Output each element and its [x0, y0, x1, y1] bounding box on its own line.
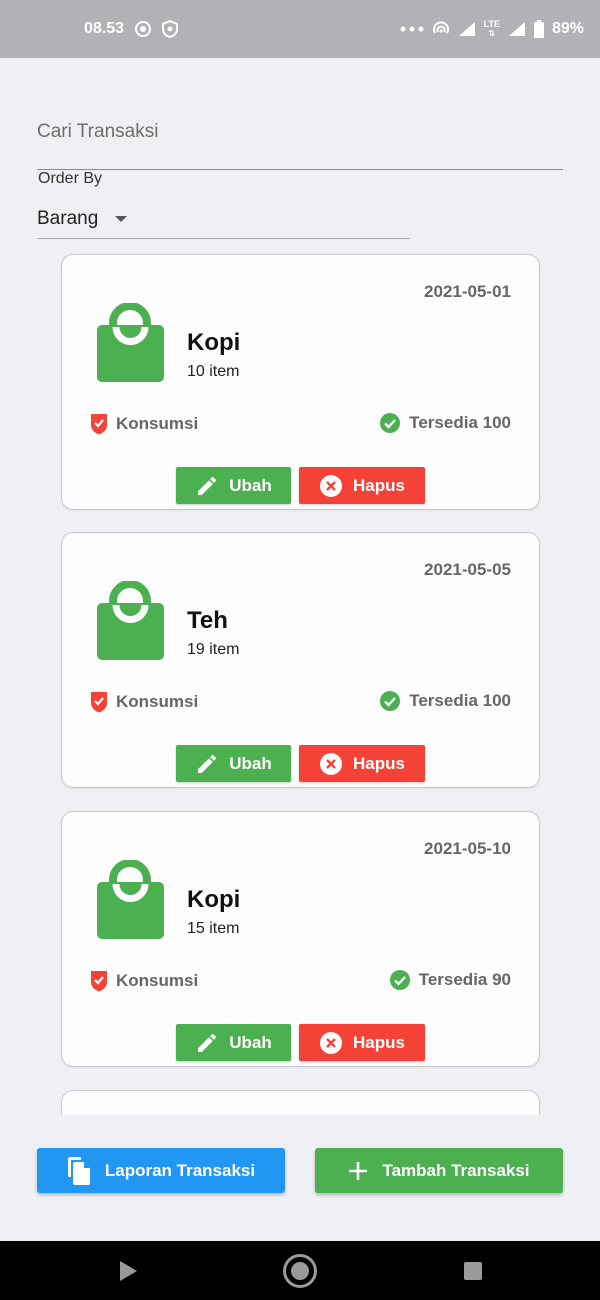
edit-button-label: Ubah — [229, 475, 272, 495]
chevron-down-icon — [115, 216, 128, 222]
stock-status: Tersedia 100 — [380, 691, 511, 711]
report-button[interactable]: Laporan Transaksi — [37, 1148, 285, 1193]
item-name: Teh — [187, 607, 228, 634]
pencil-icon — [198, 754, 217, 773]
item-quantity: 19 item — [187, 641, 240, 658]
hotspot-icon — [432, 21, 450, 37]
lte-label: LTE ⇅ — [483, 19, 500, 39]
square-recents-icon — [464, 1261, 482, 1280]
edit-button[interactable]: Ubah — [176, 745, 291, 782]
stock-label: Tersedia 90 — [418, 970, 511, 989]
plus-icon — [349, 1161, 368, 1180]
category-label: Konsumsi — [116, 971, 199, 990]
home-circle-icon — [283, 1253, 317, 1288]
stock-label: Tersedia 100 — [409, 413, 511, 432]
more-dots-icon — [400, 26, 424, 32]
transaction-date: 2021-05-05 — [424, 560, 511, 579]
transaction-date: 2021-05-01 — [424, 282, 511, 301]
stock-label: Tersedia 100 — [409, 691, 511, 710]
search-field[interactable] — [37, 112, 563, 170]
item-name: Kopi — [187, 329, 241, 356]
delete-button[interactable]: Hapus — [299, 1024, 425, 1061]
check-circle-icon — [380, 691, 401, 711]
shopping-bag-icon — [97, 860, 164, 939]
item-quantity: 10 item — [187, 363, 240, 380]
delete-button[interactable]: Hapus — [299, 467, 425, 504]
delete-button[interactable]: Hapus — [299, 745, 425, 782]
search-input[interactable] — [37, 112, 563, 152]
stock-status: Tersedia 100 — [380, 413, 511, 433]
item-quantity: 15 item — [187, 920, 240, 937]
delete-button-label: Hapus — [353, 475, 405, 495]
add-button-label: Tambah Transaksi — [382, 1160, 530, 1180]
edit-button-label: Ubah — [229, 753, 272, 773]
category-label: Konsumsi — [116, 414, 199, 433]
signal-icon-2 — [508, 21, 526, 37]
recents-button[interactable] — [443, 1241, 503, 1300]
category: Konsumsi — [90, 413, 198, 435]
transaction-date: 2021-05-10 — [424, 839, 511, 858]
signal-icon — [458, 21, 476, 37]
record-icon — [134, 20, 152, 38]
report-button-label: Laporan Transaksi — [104, 1160, 256, 1180]
system-nav-bar — [0, 1241, 600, 1300]
pencil-icon — [198, 476, 217, 495]
close-circle-icon — [320, 474, 343, 497]
order-by-value: Barang — [37, 208, 99, 229]
stock-status: Tersedia 90 — [389, 970, 511, 990]
battery-icon — [533, 20, 544, 38]
transaction-card-partial — [61, 1090, 540, 1115]
shield-check-icon — [91, 971, 107, 992]
delete-button-label: Hapus — [353, 1032, 405, 1052]
edit-button-label: Ubah — [229, 1032, 272, 1052]
category: Konsumsi — [90, 691, 198, 713]
lte-arrows: ⇅ — [488, 29, 496, 38]
order-by-dropdown[interactable]: Barang — [37, 200, 410, 239]
status-bar: 08.53 LTE ⇅ 89% — [0, 0, 600, 58]
transaction-list[interactable]: 2021-05-01 Kopi 10 item Konsumsi Tersedi… — [0, 246, 600, 1115]
pencil-icon — [198, 1033, 217, 1052]
battery-percent: 89% — [551, 20, 584, 37]
category: Konsumsi — [90, 970, 198, 992]
transaction-card: 2021-05-10 Kopi 15 item Konsumsi Tersedi… — [61, 811, 540, 1067]
shield-check-icon — [91, 414, 107, 435]
transaction-card: 2021-05-05 Teh 19 item Konsumsi Tersedia… — [61, 532, 540, 788]
delete-button-label: Hapus — [353, 753, 405, 773]
status-left: 08.53 — [84, 0, 179, 58]
lte-text: LTE — [483, 19, 500, 29]
home-button[interactable] — [270, 1241, 330, 1300]
check-circle-icon — [389, 970, 410, 990]
order-by-label: Order By — [38, 170, 103, 187]
play-back-icon — [120, 1260, 137, 1281]
status-right: LTE ⇅ 89% — [400, 0, 584, 58]
back-button[interactable] — [98, 1241, 158, 1300]
category-label: Konsumsi — [116, 692, 199, 711]
shopping-bag-icon — [97, 581, 164, 660]
shopping-bag-icon — [97, 303, 164, 382]
check-circle-icon — [380, 413, 401, 433]
close-circle-icon — [320, 1031, 343, 1054]
status-time: 08.53 — [84, 20, 125, 37]
item-name: Kopi — [187, 886, 241, 913]
shield-check-icon — [91, 692, 107, 713]
copy-document-icon — [67, 1156, 90, 1185]
close-circle-icon — [320, 752, 343, 775]
shield-status-icon — [162, 20, 179, 38]
transaction-card: 2021-05-01 Kopi 10 item Konsumsi Tersedi… — [61, 254, 540, 510]
add-transaction-button[interactable]: Tambah Transaksi — [315, 1148, 563, 1193]
edit-button[interactable]: Ubah — [176, 1024, 291, 1061]
edit-button[interactable]: Ubah — [176, 467, 291, 504]
